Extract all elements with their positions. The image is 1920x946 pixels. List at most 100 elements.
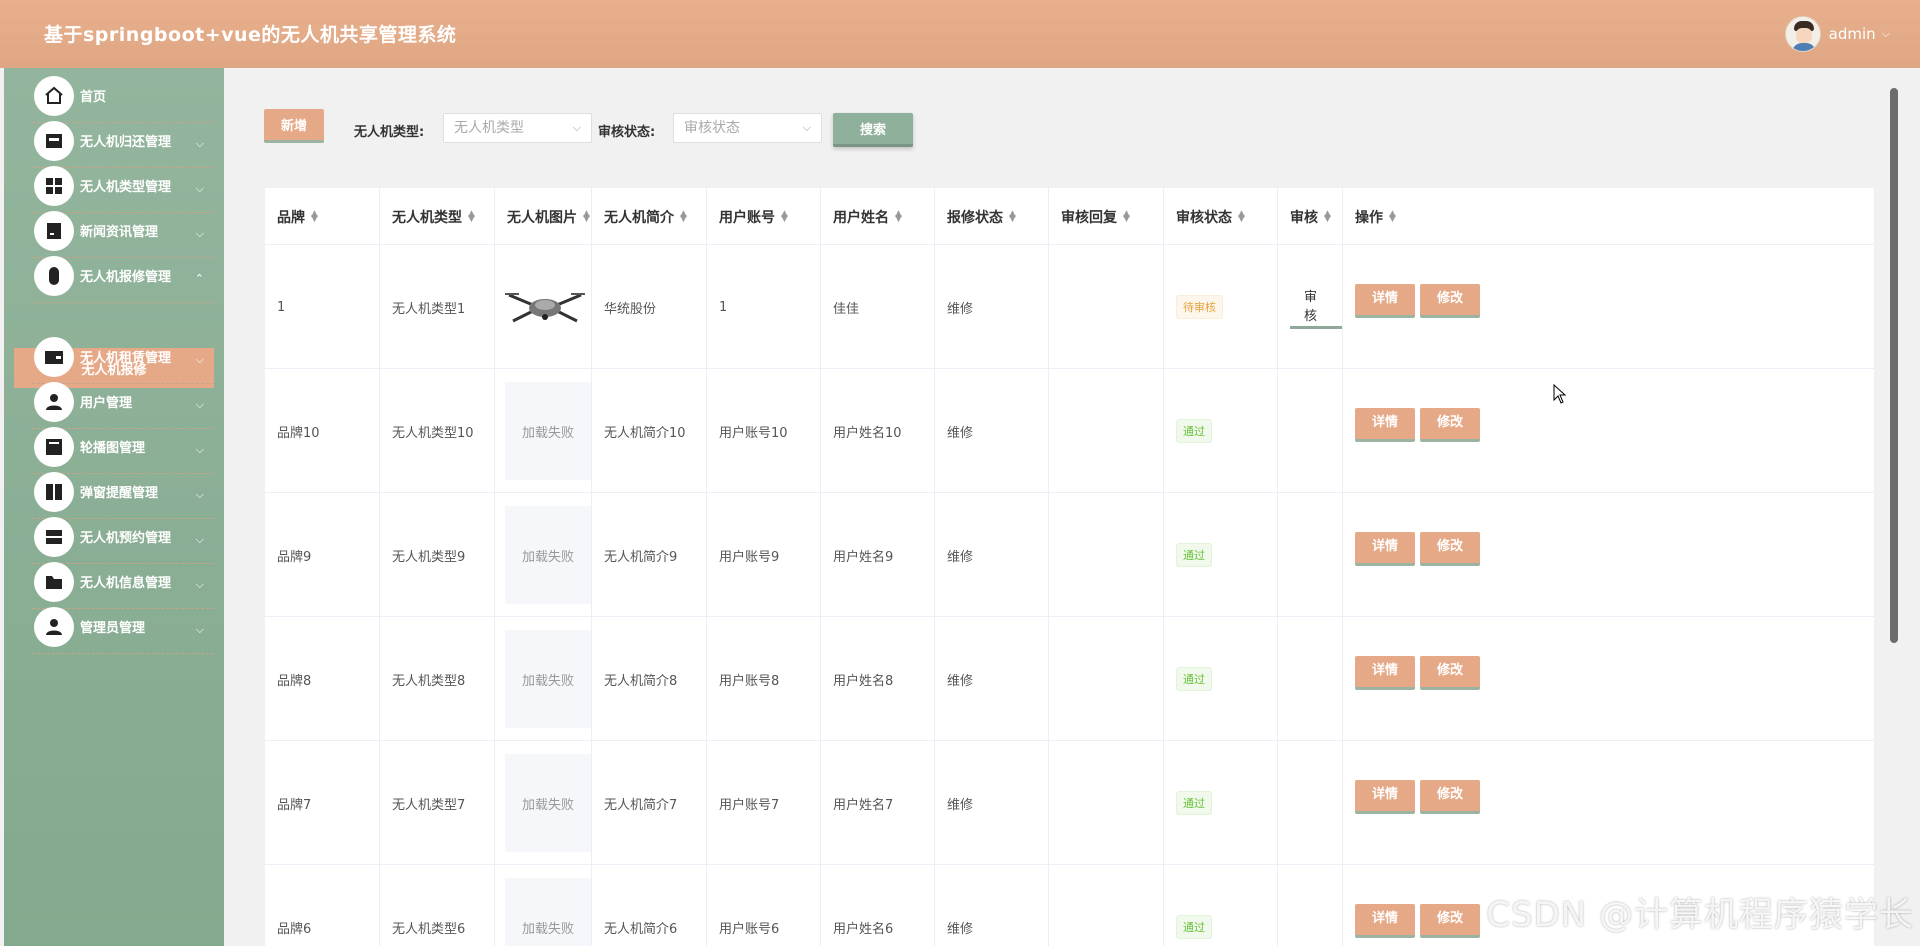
image-load-failed: 加载失败 [505, 630, 591, 728]
cell-brand: 品牌9 [265, 493, 380, 617]
cell-intro: 无人机简介6 [592, 865, 707, 946]
column-header[interactable]: 审核 ▲ ▼ [1278, 188, 1343, 245]
chevron-down-icon: ⌵ [195, 398, 204, 411]
cell-status: 通过 [1164, 741, 1278, 865]
column-header[interactable]: 审核状态 ▲ ▼ [1164, 188, 1278, 245]
status-badge: 通过 [1176, 419, 1212, 443]
user-icon [34, 606, 74, 647]
sort-icon[interactable]: ▲ ▼ [680, 209, 687, 223]
cell-audit [1278, 493, 1343, 617]
cell-intro: 无人机简介7 [592, 741, 707, 865]
sort-icon[interactable]: ▲ ▼ [1123, 209, 1130, 223]
cell-repair: 维修 [935, 865, 1049, 946]
sort-icon[interactable]: ▲ ▼ [781, 209, 788, 223]
cell-reply [1049, 493, 1164, 617]
detail-button[interactable]: 详情 [1355, 656, 1415, 690]
edit-button[interactable]: 修改 [1420, 656, 1480, 690]
cell-text: 佳佳 [833, 301, 860, 317]
filter-status-select[interactable]: 审核状态 ⌵ [673, 113, 822, 143]
sidebar-item-label: 无人机报修管理 [80, 270, 172, 285]
table-row: 品牌7 无人机类型7 加载失败 无人机简介7 用户账号7 用户姓名7 维修 通过 详情 修改 [265, 741, 1875, 865]
cell-type: 无人机类型10 [380, 369, 495, 493]
avatar[interactable] [1784, 16, 1821, 52]
filter-type-label: 无人机类型: [354, 125, 425, 140]
cell-name: 用户姓名6 [821, 865, 935, 946]
cell-status: 通过 [1164, 369, 1278, 493]
cell-text: 无人机简介10 [604, 425, 686, 441]
edit-button[interactable]: 修改 [1420, 904, 1480, 938]
search-button[interactable]: 搜索 [833, 113, 913, 147]
cell-brand: 品牌7 [265, 741, 380, 865]
filter-status-label: 审核状态: [598, 125, 656, 140]
cell-image [495, 245, 592, 369]
audit-button[interactable]: 审核 [1290, 286, 1342, 329]
edit-button[interactable]: 修改 [1420, 408, 1480, 442]
cell-name: 佳佳 [821, 245, 935, 369]
edit-button[interactable]: 修改 [1420, 780, 1480, 814]
column-header[interactable]: 审核回复 ▲ ▼ [1049, 188, 1164, 245]
image-load-failed: 加载失败 [505, 754, 591, 852]
sort-icon[interactable]: ▲ ▼ [311, 209, 318, 223]
detail-button[interactable]: 详情 [1355, 904, 1415, 938]
sidebar-item-label: 弹窗提醒管理 [80, 486, 159, 501]
cell-brand: 品牌6 [265, 865, 380, 946]
column-header[interactable]: 用户姓名 ▲ ▼ [821, 188, 935, 245]
sidebar-item-label: 新闻资讯管理 [80, 225, 159, 240]
column-header[interactable]: 无人机图片 ▲ ▼ [495, 188, 592, 245]
edit-button[interactable]: 修改 [1420, 284, 1480, 318]
image-load-failed: 加载失败 [505, 878, 591, 946]
sort-icon[interactable]: ▲ ▼ [468, 209, 475, 223]
status-badge: 通过 [1176, 667, 1212, 691]
sidebar-item-label: 无人机预约管理 [80, 531, 172, 546]
mouse-cursor-icon [1553, 384, 1567, 404]
sort-icon[interactable]: ▲ ▼ [1238, 209, 1245, 223]
sort-icon[interactable]: ▲ ▼ [1009, 209, 1016, 223]
cell-text: 无人机简介7 [604, 797, 678, 813]
main-content: 新增 无人机类型: 无人机类型 ⌵ 审核状态: 审核状态 ⌵ 搜索 品牌 ▲ ▼ 无人机类… [224, 68, 1900, 946]
cell-repair: 维修 [935, 741, 1049, 865]
cell-text: 品牌8 [277, 673, 312, 689]
column-header[interactable]: 用户账号 ▲ ▼ [707, 188, 821, 245]
table-row: 1 无人机类型1 华统股份 1 佳佳 维修 待审核 审核 详情 修改 [265, 245, 1875, 369]
chevron-down-icon: ⌵ [195, 533, 204, 546]
chevron-down-icon: ⌵ [195, 137, 204, 150]
chevron-down-icon: ⌵ [195, 227, 204, 240]
column-header[interactable]: 无人机简介 ▲ ▼ [592, 188, 707, 245]
column-header[interactable]: 无人机类型 ▲ ▼ [380, 188, 495, 245]
cell-text: 用户姓名9 [833, 549, 894, 565]
detail-button[interactable]: 详情 [1355, 780, 1415, 814]
sort-icon[interactable]: ▲ ▼ [583, 209, 590, 223]
sidebar-item-4[interactable]: 无人机报修管理 ⌃ [4, 248, 224, 303]
add-button[interactable]: 新增 [264, 109, 324, 143]
column-header[interactable]: 报修状态 ▲ ▼ [935, 188, 1049, 245]
filter-type-select[interactable]: 无人机类型 ⌵ [443, 113, 592, 143]
edit-button[interactable]: 修改 [1420, 532, 1480, 566]
cell-type: 无人机类型6 [380, 865, 495, 946]
tray-icon [34, 516, 74, 557]
detail-button[interactable]: 详情 [1355, 532, 1415, 566]
sort-icon[interactable]: ▲ ▼ [895, 209, 902, 223]
detail-button[interactable]: 详情 [1355, 284, 1415, 318]
user-menu[interactable]: admin ⌵ [1784, 16, 1890, 52]
sort-icon[interactable]: ▲ ▼ [1389, 209, 1396, 223]
username[interactable]: admin [1829, 25, 1876, 43]
detail-button[interactable]: 详情 [1355, 408, 1415, 442]
cell-ops: 详情 修改 [1343, 369, 1875, 493]
status-badge: 通过 [1176, 543, 1212, 567]
sidebar-item-11[interactable]: 管理员管理 ⌵ [4, 599, 224, 654]
column-header[interactable]: 操作 ▲ ▼ [1343, 188, 1875, 245]
sidebar-item-label: 首页 [80, 90, 107, 105]
sort-icon[interactable]: ▲ ▼ [1324, 209, 1331, 223]
chevron-down-icon: ⌵ [195, 443, 204, 456]
sidebar-item-label: 无人机归还管理 [80, 135, 172, 150]
cell-name: 用户姓名7 [821, 741, 935, 865]
cell-text: 无人机简介6 [604, 921, 678, 937]
top-header: 基于springboot+vue的无人机共享管理系统 admin ⌵ [0, 0, 1920, 68]
cell-intro: 无人机简介9 [592, 493, 707, 617]
scrollbar[interactable] [1890, 88, 1898, 643]
cell-audit [1278, 369, 1343, 493]
column-header[interactable]: 品牌 ▲ ▼ [265, 188, 380, 245]
cell-status: 通过 [1164, 865, 1278, 946]
cell-image: 加载失败 [495, 369, 592, 493]
cell-text: 无人机简介8 [604, 673, 678, 689]
